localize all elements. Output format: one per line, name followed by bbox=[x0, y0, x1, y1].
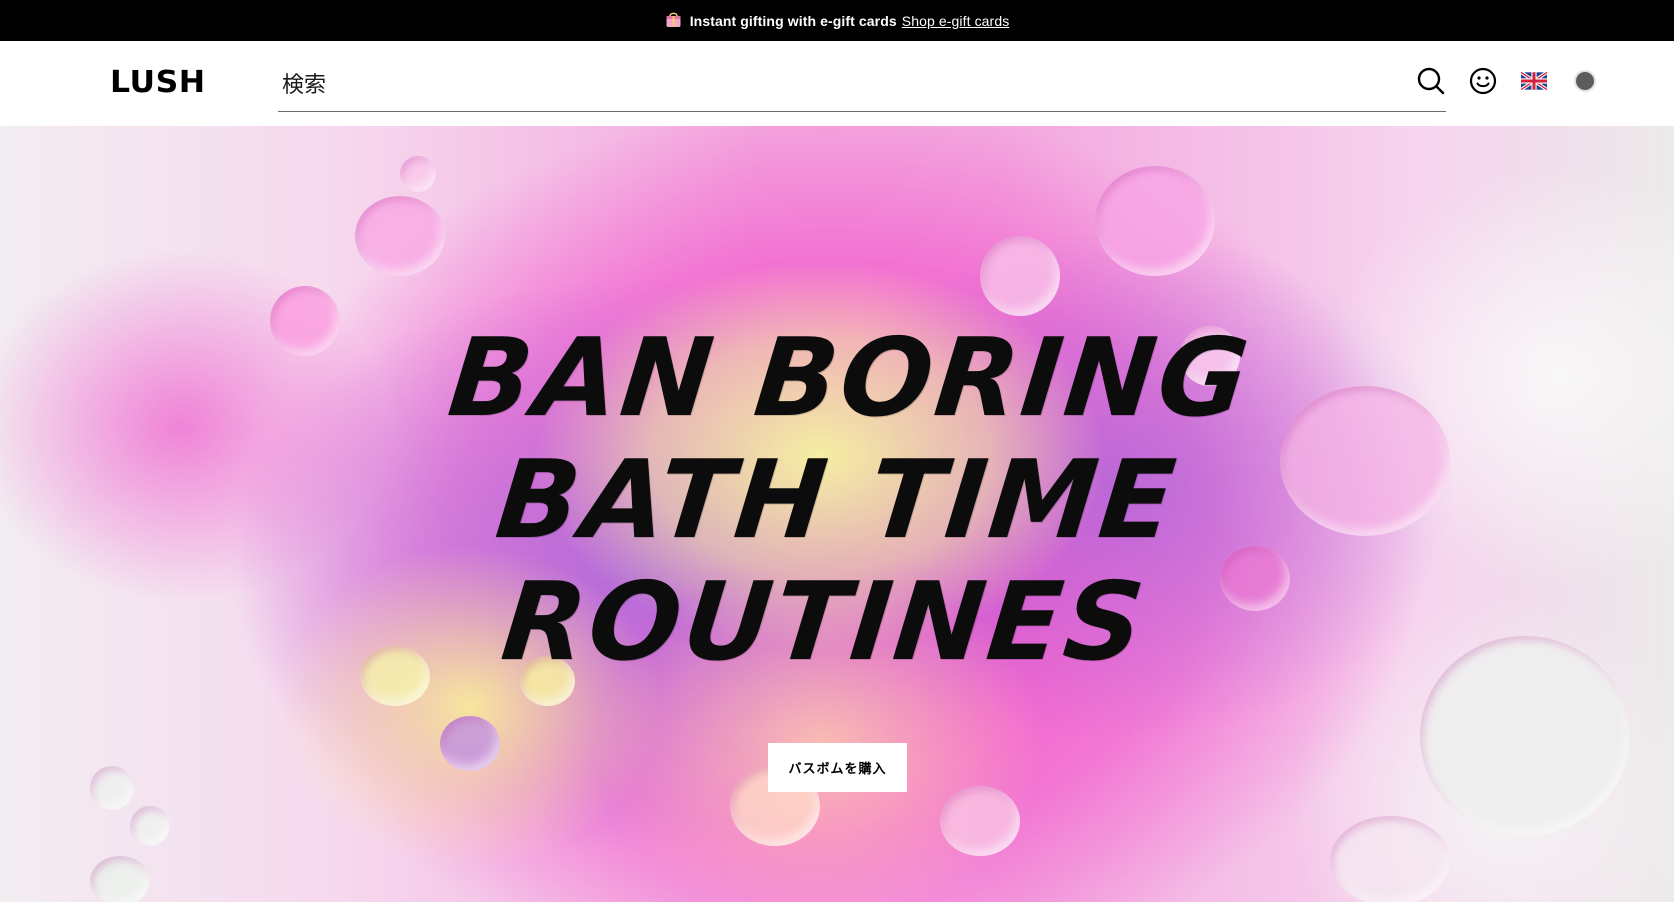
gift-bag-icon bbox=[665, 11, 682, 28]
shop-e-gift-cards-link[interactable]: Shop e-gift cards bbox=[902, 13, 1010, 29]
foam-bubble bbox=[1095, 166, 1215, 276]
foam-bubble bbox=[90, 766, 134, 810]
promo-bar: Instant gifting with e-gift cards Shop e… bbox=[0, 0, 1674, 41]
hero-headline: BAN BORING BATH TIME ROUTINES bbox=[0, 316, 1674, 685]
hero-headline-line-3: ROUTINES bbox=[496, 560, 1153, 685]
shop-bath-bombs-button[interactable]: バスボムを購入 bbox=[768, 743, 907, 792]
hero-headline-line-1: BAN BORING bbox=[443, 316, 1257, 441]
foam-bubble bbox=[1330, 816, 1450, 902]
site-header: LUSH bbox=[0, 41, 1674, 126]
promo-text: Instant gifting with e-gift cards bbox=[689, 12, 897, 29]
foam-bubble bbox=[940, 786, 1020, 856]
search-input[interactable] bbox=[278, 59, 1446, 112]
hero-headline-line-2: BATH TIME bbox=[490, 438, 1184, 563]
foam-bubble bbox=[130, 806, 170, 846]
foam-bubble bbox=[400, 156, 436, 192]
foam-bubble bbox=[980, 236, 1060, 316]
uk-flag-icon[interactable] bbox=[1518, 65, 1550, 97]
foam-bubble bbox=[355, 196, 445, 276]
foam-bubble bbox=[90, 856, 150, 902]
hero-banner: BAN BORING BATH TIME ROUTINES バスボムを購入 bbox=[0, 126, 1674, 902]
search-icon[interactable] bbox=[1415, 65, 1447, 97]
lush-logo[interactable]: LUSH bbox=[110, 65, 206, 101]
cart-dot-icon[interactable] bbox=[1569, 65, 1601, 97]
smiley-account-icon[interactable] bbox=[1467, 65, 1499, 97]
foam-bubble bbox=[440, 716, 500, 771]
